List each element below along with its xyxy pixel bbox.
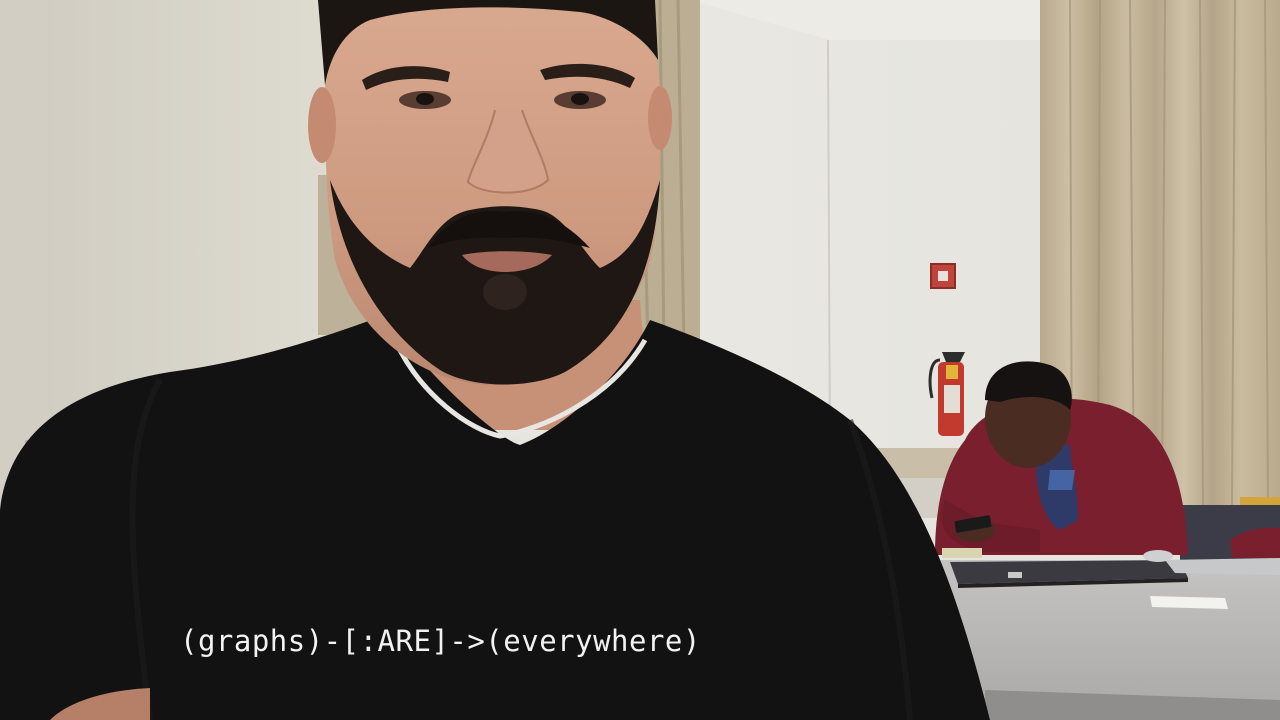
webcam-photo: (graphs)-[:ARE]->(everywhere) xyxy=(0,0,1280,720)
shirt-slogan: (graphs)-[:ARE]->(everywhere) xyxy=(180,624,701,658)
paper-slip xyxy=(1150,596,1228,609)
room-scene xyxy=(0,0,1280,720)
laptop-2 xyxy=(1165,558,1280,575)
